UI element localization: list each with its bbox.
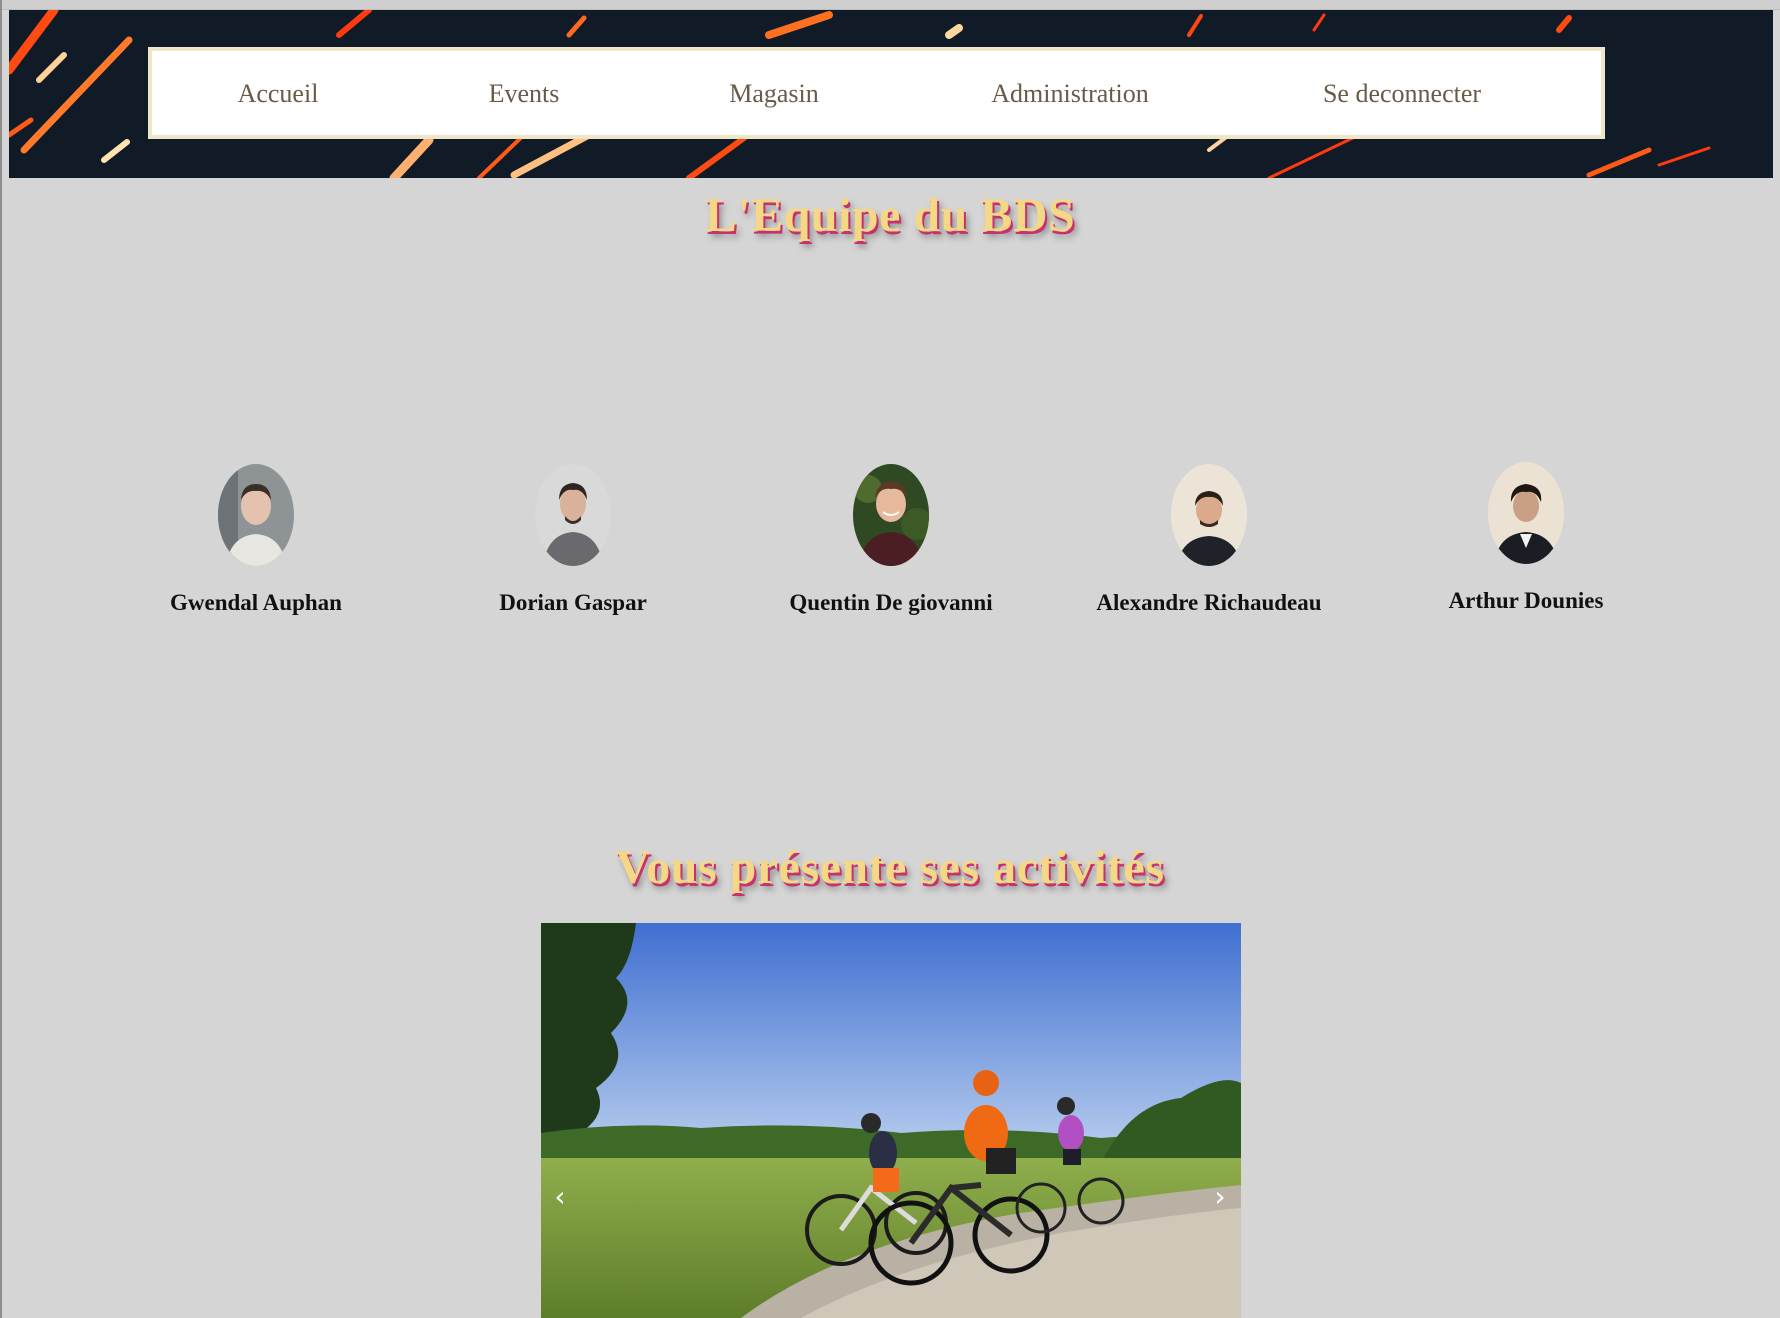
avatar (1171, 464, 1247, 566)
activities-carousel: ‹ › (541, 923, 1241, 1318)
team-title: L'Equipe du BDS (704, 189, 1076, 242)
main-nav: Accueil Events Magasin Administration Se… (148, 47, 1605, 139)
avatar (535, 464, 611, 566)
carousel-next-button[interactable]: › (1205, 1182, 1235, 1212)
member-name: Quentin De giovanni (789, 590, 993, 615)
carousel-slide-image (541, 923, 1241, 1318)
carousel-prev-button[interactable]: ‹ (545, 1182, 575, 1212)
member-name: Dorian Gaspar (499, 590, 647, 615)
avatar (218, 464, 294, 566)
member-name: Alexandre Richaudeau (1096, 590, 1322, 615)
avatar (853, 464, 929, 566)
activities-title: Vous présente ses activités (615, 841, 1165, 894)
member-name: Arthur Dounies (1448, 588, 1604, 613)
team-member: Alexandre Richaudeau (1059, 464, 1359, 616)
team-member: Gwendal Auphan (106, 464, 406, 616)
nav-administration[interactable]: Administration (991, 79, 1148, 109)
nav-events[interactable]: Events (489, 79, 560, 109)
browser-top-strip (0, 0, 1780, 10)
team-member: Dorian Gaspar (423, 464, 723, 616)
nav-accueil[interactable]: Accueil (238, 79, 319, 109)
avatar (1488, 462, 1564, 564)
header-banner: Accueil Events Magasin Administration Se… (9, 10, 1773, 178)
nav-se-deconnecter[interactable]: Se deconnecter (1323, 79, 1481, 109)
member-name: Gwendal Auphan (170, 590, 342, 615)
team-member: Arthur Dounies (1376, 462, 1676, 614)
nav-magasin[interactable]: Magasin (729, 79, 819, 109)
team-member: Quentin De giovanni (741, 464, 1041, 616)
